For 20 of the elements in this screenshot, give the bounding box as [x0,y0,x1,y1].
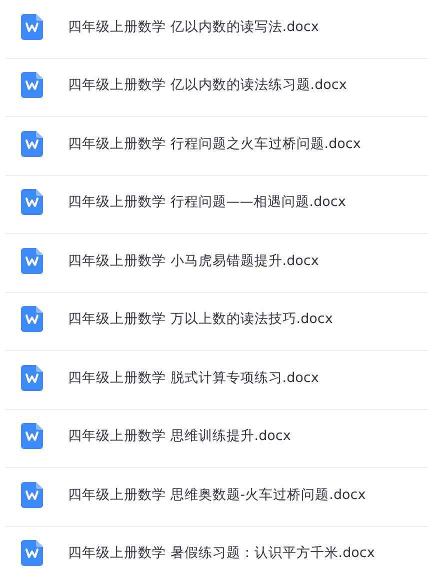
document-icon [21,306,43,332]
document-icon [21,248,43,274]
file-name[interactable]: 四年级上册数学 万以上数的读法技巧.docx [68,309,333,330]
document-icon [21,14,43,40]
file-name[interactable]: 四年级上册数学 亿以内数的读法练习题.docx [68,75,347,96]
document-icon [21,72,43,98]
file-name[interactable]: 四年级上册数学 行程问题——相遇问题.docx [68,192,346,212]
document-icon [21,189,43,216]
file-name[interactable]: 四年级上册数学 行程问题之火车过桥问题.docx [68,134,361,154]
document-icon [21,540,43,566]
file-name[interactable]: 四年级上册数学 思维奥数题-火车过桥问题.docx [68,484,366,505]
file-name[interactable]: 四年级上册数学 脱式计算专项练习.docx [68,368,319,388]
document-icon [21,423,43,450]
file-name[interactable]: 四年级上册数学 思维训练提升.docx [68,426,291,446]
file-name[interactable]: 四年级上册数学 小马虎易错题提升.docx [68,250,319,271]
file-name[interactable]: 四年级上册数学 暑假练习题：认识平方千米.docx [68,543,375,564]
document-icon [21,130,43,157]
document-icon [21,364,43,391]
document-icon [21,482,43,508]
file-name[interactable]: 四年级上册数学 亿以内数的读写法.docx [68,16,319,37]
